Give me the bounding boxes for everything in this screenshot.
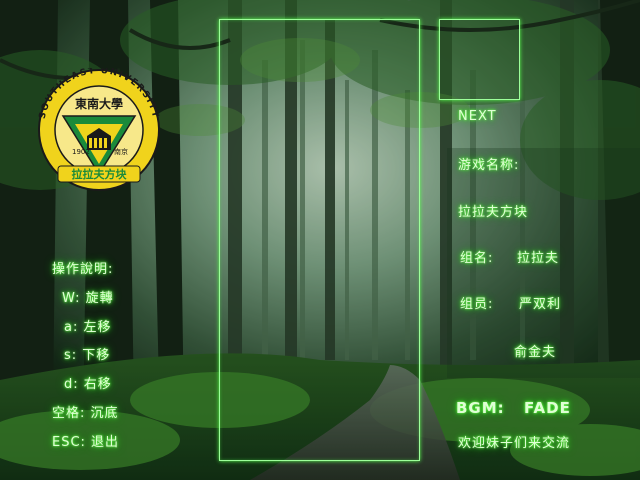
control-right: d: 右移 bbox=[64, 377, 112, 392]
control-left: a: 左移 bbox=[64, 320, 112, 335]
svg-text:東南大學: 東南大學 bbox=[75, 96, 123, 111]
university-logo: SOUTHEAST UNIVERSITY 東南大學 1902 南京 拉拉夫方块 bbox=[38, 68, 160, 191]
svg-text:南京: 南京 bbox=[114, 147, 128, 156]
game-name-label: 游戏名称: bbox=[458, 158, 520, 173]
member-2: 俞金夫 bbox=[514, 345, 557, 360]
footer-text: 欢迎妹子们来交流 bbox=[458, 436, 571, 451]
controls-title: 操作說明: bbox=[52, 262, 114, 277]
control-exit: ESC: 退出 bbox=[52, 435, 120, 450]
bgm-track: FADE bbox=[524, 399, 571, 417]
game-screen: SOUTHEAST UNIVERSITY 東南大學 1902 南京 拉拉夫方块 … bbox=[0, 0, 640, 480]
game-board bbox=[219, 19, 420, 461]
next-label: NEXT bbox=[458, 109, 497, 124]
member-1: 严双利 bbox=[519, 297, 562, 312]
control-down: s: 下移 bbox=[64, 348, 111, 363]
game-name: 拉拉夫方块 bbox=[458, 205, 529, 220]
control-drop: 空格: 沉底 bbox=[52, 406, 119, 421]
members-label: 组员: bbox=[460, 297, 494, 312]
group-label: 组名: bbox=[460, 251, 494, 266]
group-name: 拉拉夫 bbox=[517, 251, 560, 266]
svg-text:1902: 1902 bbox=[72, 148, 90, 156]
svg-text:拉拉夫方块: 拉拉夫方块 bbox=[72, 167, 128, 181]
control-rotate: W: 旋轉 bbox=[62, 291, 114, 306]
next-piece-preview bbox=[439, 19, 520, 100]
bgm-label: BGM: bbox=[456, 399, 505, 417]
